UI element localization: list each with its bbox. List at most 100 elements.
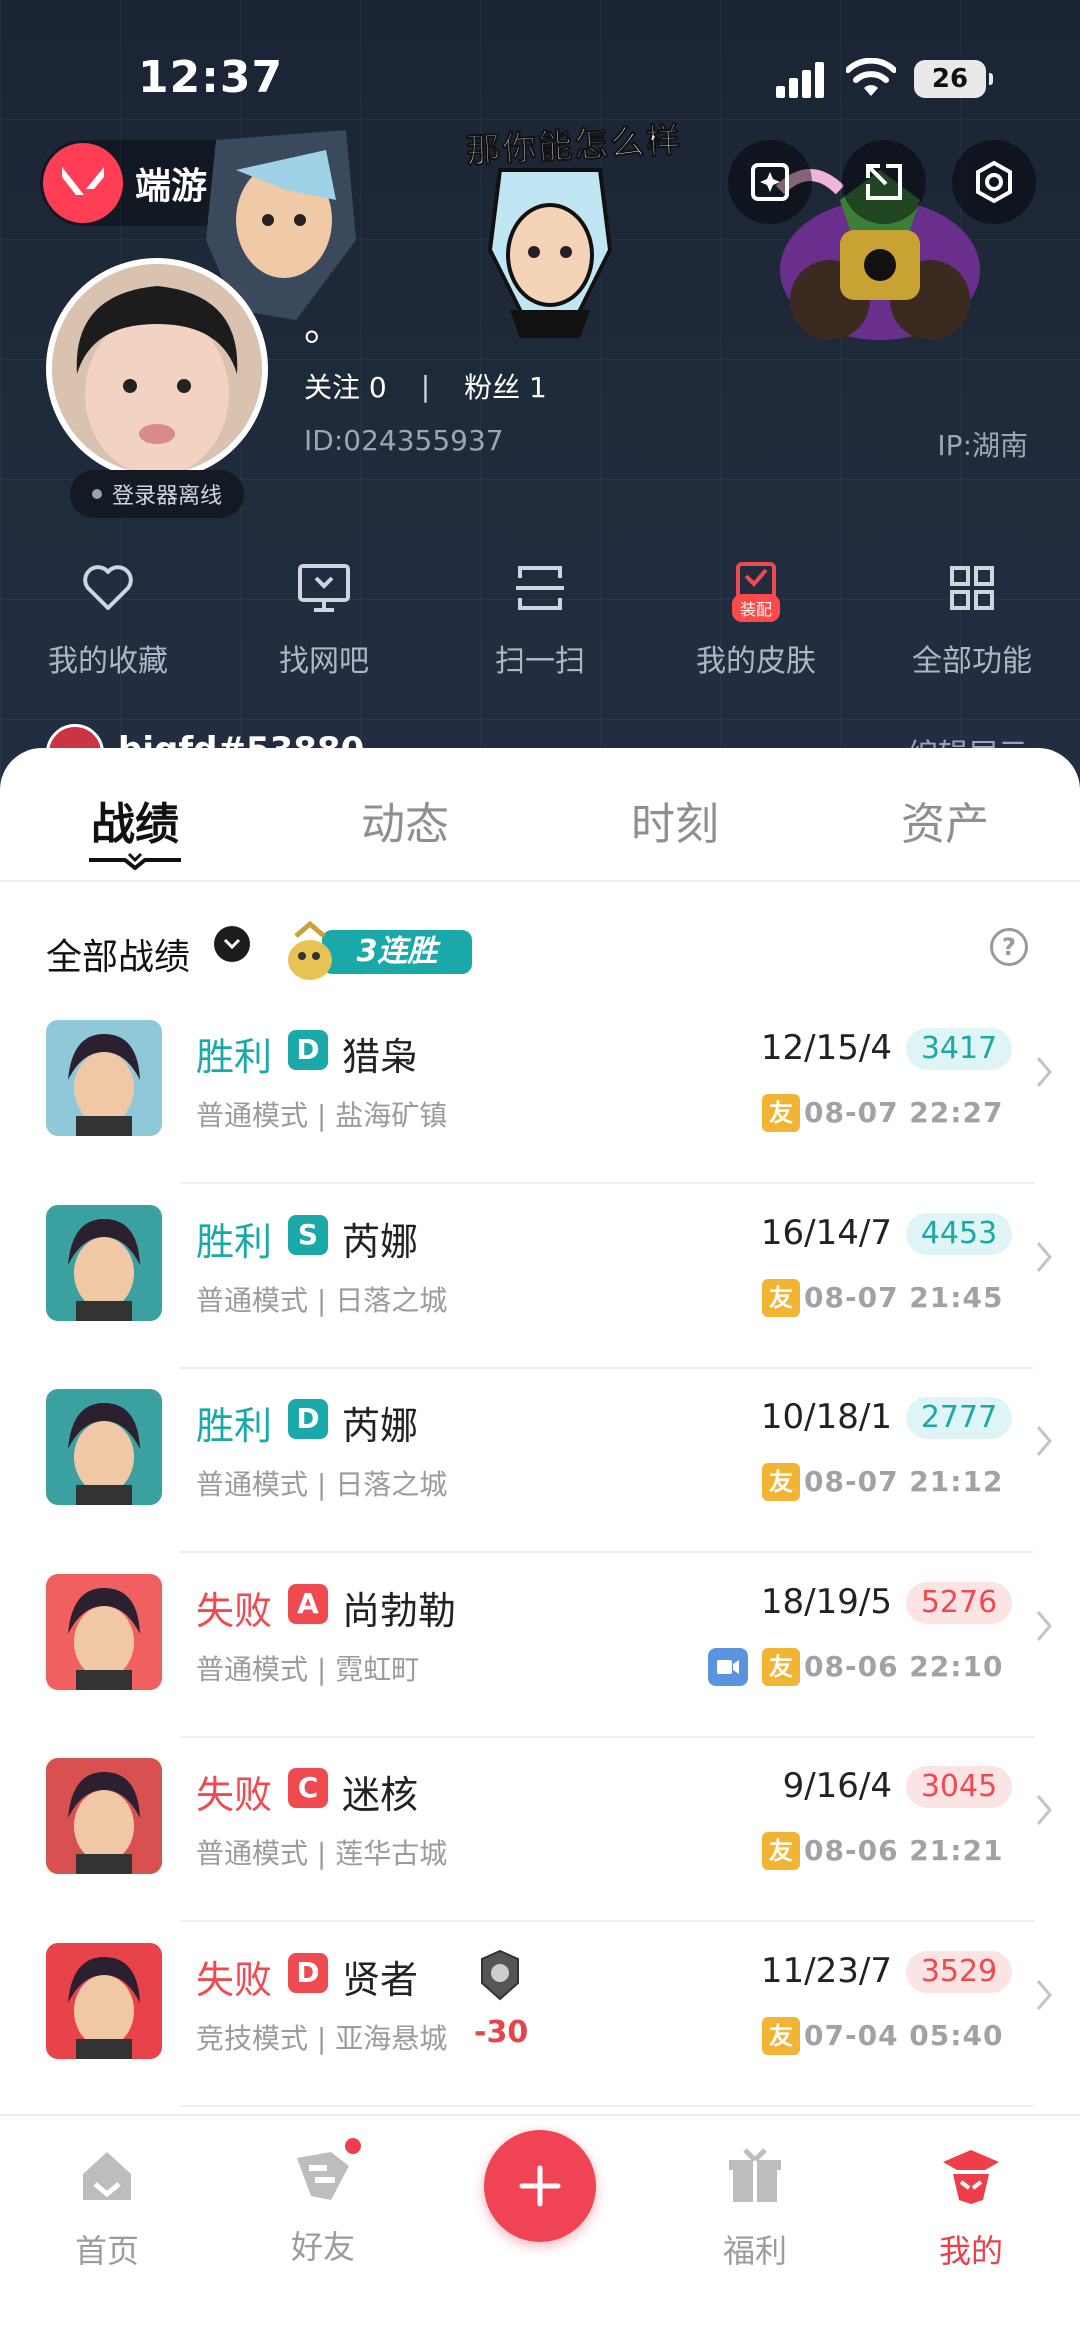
match-row[interactable]: 胜利 D 猎枭 普通模式 | 盐海矿镇 12/15/4 3417 友 08-07… [0, 1010, 1080, 1195]
shortcut-label: 我的收藏 [48, 644, 168, 679]
performance-rank-badge: A [288, 1583, 328, 1624]
skin-equip-tag: 装配 [732, 594, 781, 622]
match-result: 失败 [196, 1773, 273, 1817]
chevron-right-icon [1036, 1057, 1052, 1087]
row-divider [180, 2104, 1034, 2107]
agent-portrait [46, 1020, 162, 1136]
chevron-down-icon[interactable] [214, 926, 250, 962]
edit-card-button[interactable] [728, 140, 812, 224]
bottom-nav: 首页 好友 福利 我的 [0, 2114, 1080, 2341]
match-result: 失败 [196, 1588, 273, 1633]
nav-rewards[interactable]: 福利 [680, 2144, 830, 2272]
shortcut-scan[interactable]: 扫一扫 [432, 560, 648, 690]
performance-rank-badge: C [288, 1768, 328, 1808]
friend-badge: 友 [762, 1647, 800, 1686]
row-divider [180, 1920, 1034, 1922]
kda: 12/15/4 [760, 1028, 892, 1068]
record-filter-row: 全部战绩 3连胜 ? [0, 896, 1080, 996]
match-row[interactable]: 胜利 S 芮娜 普通模式 | 日落之城 16/14/7 4453 友 08-07… [0, 1195, 1080, 1380]
agent-name: 猎枭 [342, 1035, 419, 1079]
kda: 9/16/4 [782, 1766, 892, 1806]
win-streak-text: 3连胜 [322, 930, 472, 974]
tab-label: 资产 [901, 799, 989, 850]
kda: 18/19/5 [760, 1581, 892, 1622]
row-divider [180, 1182, 1034, 1184]
agent-name: 尚勃勒 [342, 1588, 457, 1633]
follow-stats: 关注 0 | 粉丝 1 [304, 366, 547, 406]
followers-count[interactable]: 粉丝 1 [464, 366, 547, 406]
notification-dot [343, 2136, 363, 2156]
combat-score: 3529 [906, 1950, 1012, 1993]
sticker-jett-center [487, 168, 613, 338]
status-time: 12:37 [138, 52, 284, 103]
wifi-icon [846, 58, 896, 96]
shortcut-all-features[interactable]: 全部功能 [864, 560, 1080, 690]
nav-profile[interactable]: 我的 [896, 2144, 1046, 2272]
follow-separator: | [420, 369, 431, 403]
mode-and-map: 竞技模式 | 亚海悬城 [196, 2021, 448, 2055]
agent-name: 芮娜 [342, 1219, 419, 1264]
tab-moments[interactable]: 时刻 [540, 748, 810, 880]
match-time: 08-07 21:12 [804, 1465, 1004, 1498]
shortcut-label: 我的皮肤 [696, 644, 816, 679]
friends-icon [291, 2136, 363, 2208]
help-icon[interactable]: ? [990, 928, 1028, 966]
tab-records[interactable]: 战绩 [0, 748, 270, 880]
kda: 11/23/7 [760, 1950, 892, 1991]
performance-rank-badge: D [288, 1952, 328, 1993]
performance-rank-badge: D [288, 1030, 328, 1070]
kda: 16/14/7 [760, 1212, 892, 1253]
nav-label: 我的 [938, 2232, 1003, 2270]
mode-and-map: 普通模式 | 盐海矿镇 [196, 1099, 448, 1132]
combat-score: 3045 [906, 1766, 1012, 1808]
nav-home[interactable]: 首页 [32, 2144, 182, 2272]
nav-label: 好友 [290, 2228, 355, 2266]
combat-score: 5276 [906, 1581, 1012, 1624]
launcher-status-text: 登录器离线 [112, 484, 223, 509]
friend-badge: 友 [762, 1278, 800, 1317]
friend-badge: 友 [762, 1094, 800, 1132]
nav-friends[interactable]: 好友 [248, 2136, 398, 2268]
valorant-logo-icon [43, 143, 123, 223]
mode-and-map: 普通模式 | 日落之城 [196, 1468, 448, 1501]
profile-icon [943, 2150, 999, 2204]
row-divider [180, 1735, 1034, 1738]
friend-badge: 友 [762, 2016, 800, 2055]
shortcut-find-cafe[interactable]: 找网吧 [216, 560, 432, 690]
launcher-status-badge: 登录器离线 [70, 470, 245, 518]
shortcut-label: 扫一扫 [495, 644, 585, 679]
following-count[interactable]: 关注 0 [304, 366, 387, 406]
match-time: 08-06 22:10 [804, 1649, 1004, 1683]
create-post-button[interactable] [484, 2130, 596, 2242]
tab-label: 时刻 [631, 799, 719, 850]
ip-location: IP:湖南 [937, 429, 1028, 462]
match-time: 07-04 05:40 [804, 2018, 1004, 2052]
match-result: 胜利 [196, 1219, 273, 1264]
monitor-icon [298, 564, 350, 612]
gift-icon [729, 2148, 781, 2202]
match-row[interactable]: 胜利 D 芮娜 普通模式 | 日落之城 10/18/1 2777 友 08-07… [0, 1379, 1080, 1564]
tab-feed[interactable]: 动态 [270, 748, 540, 880]
shortcut-skins[interactable]: 装配 我的皮肤 [648, 560, 864, 690]
share-icon [866, 164, 902, 200]
match-row[interactable]: 失败 D 贤者 -30 竞技模式 | 亚海悬城 11/23/7 3529 友 0… [0, 1933, 1080, 2118]
row-divider [180, 1551, 1034, 1553]
heart-icon [83, 565, 133, 610]
match-row[interactable]: 失败 A 尚勃勒 普通模式 | 霓虹町 18/19/5 5276 友 08-06… [0, 1564, 1080, 1749]
settings-button[interactable] [952, 140, 1036, 224]
combat-score: 3417 [906, 1028, 1012, 1070]
share-button[interactable] [842, 140, 926, 224]
tab-assets[interactable]: 资产 [810, 748, 1080, 880]
skin-icon: 装配 [728, 560, 784, 622]
combat-score: 4453 [906, 1212, 1012, 1255]
record-filter-label[interactable]: 全部战绩 [46, 928, 190, 980]
battery-icon: 26 [914, 60, 993, 98]
tab-label: 动态 [361, 799, 449, 850]
agent-portrait [46, 1389, 162, 1505]
match-row[interactable]: 失败 C 迷核 普通模式 | 莲华古城 9/16/4 3045 友 08-06 … [0, 1748, 1080, 1933]
avatar[interactable] [46, 258, 268, 480]
shortcut-favorites[interactable]: 我的收藏 [0, 560, 216, 690]
match-result: 胜利 [196, 1035, 273, 1079]
match-time: 08-07 21:45 [804, 1280, 1004, 1314]
video-replay-icon[interactable] [708, 1647, 748, 1686]
